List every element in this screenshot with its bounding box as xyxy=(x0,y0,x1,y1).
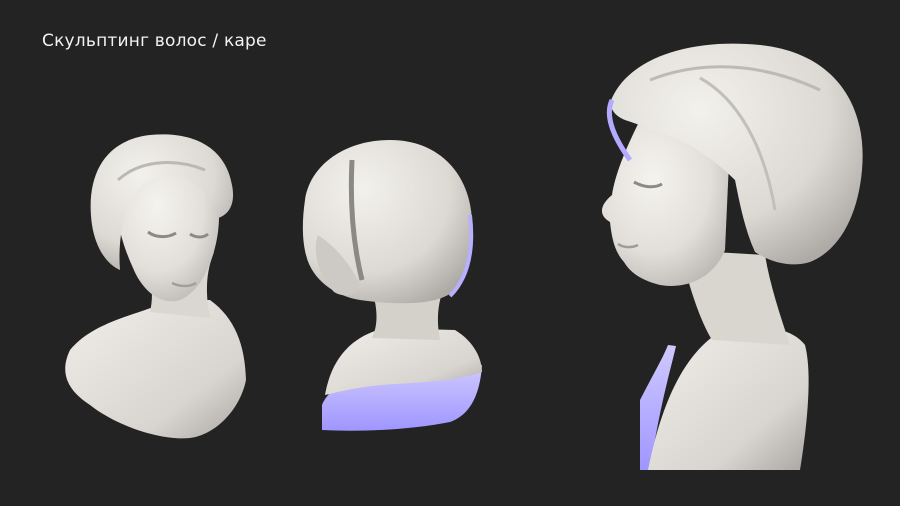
bust-front-view xyxy=(65,134,246,439)
bust-profile-view xyxy=(601,43,863,470)
front-bust-chest xyxy=(65,300,246,439)
sculpt-render-scene xyxy=(65,43,863,470)
page: { "title": "Скульптинг волос / каре", "v… xyxy=(0,0,900,506)
bust-back-view xyxy=(302,140,482,431)
